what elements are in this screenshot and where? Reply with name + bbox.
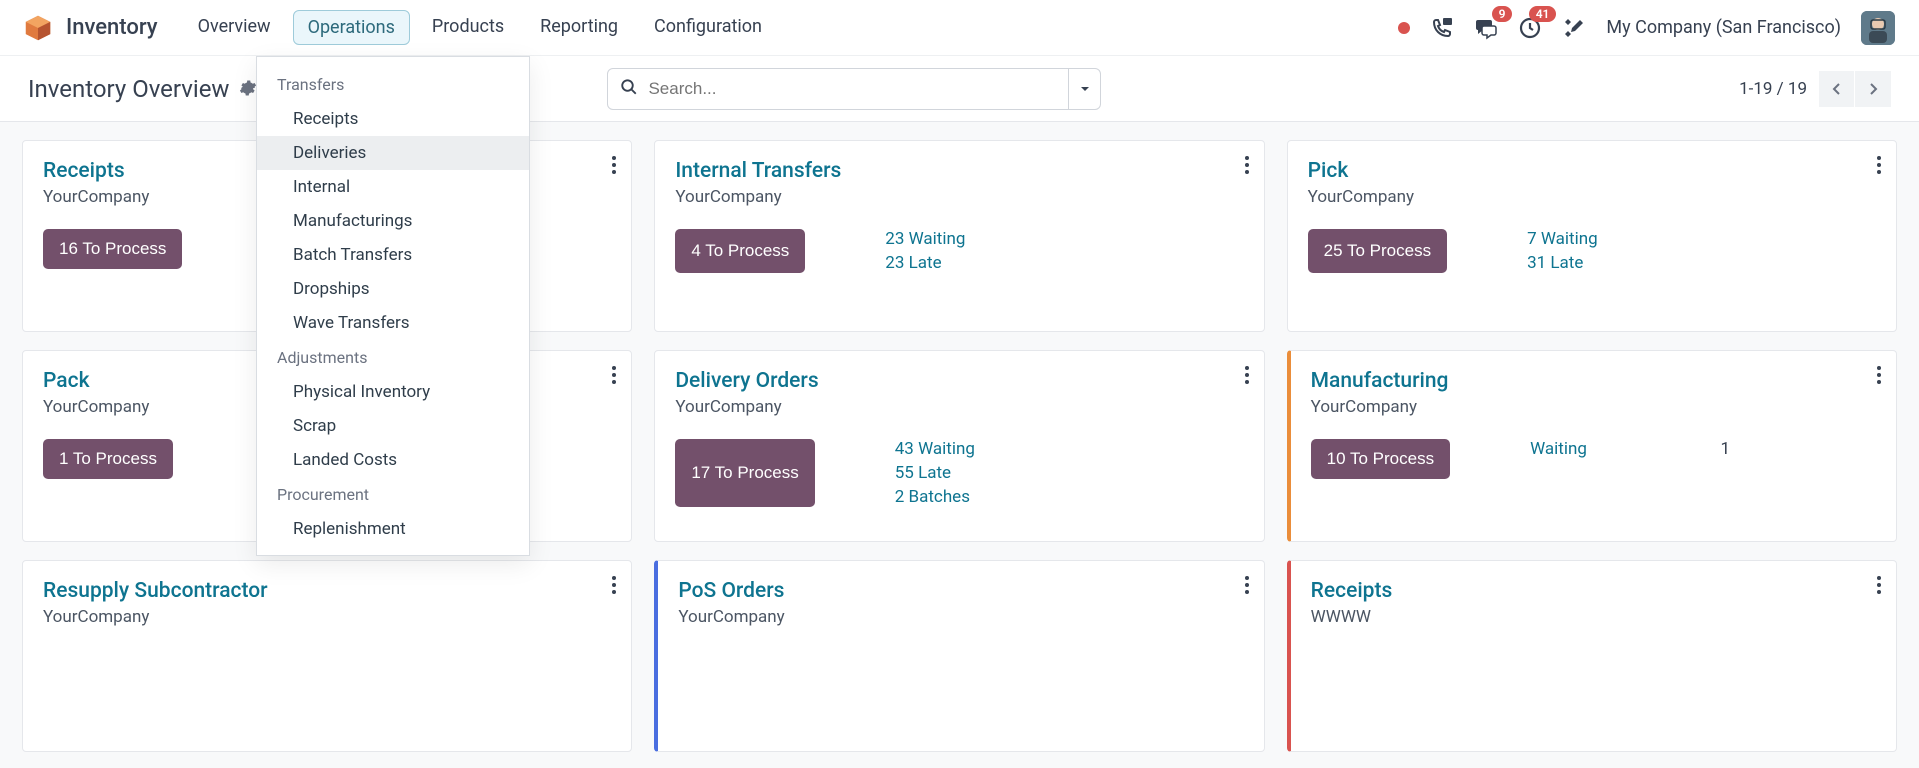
topbar-right: 9 41 My Company (San Francisco) (1398, 11, 1895, 45)
card-menu-icon[interactable] (611, 155, 617, 179)
top-navbar: Inventory Overview Operations Products R… (0, 0, 1919, 56)
card-menu-icon[interactable] (1876, 365, 1882, 389)
dropdown-item-replenishment[interactable]: Replenishment (257, 512, 529, 546)
pager-next-button[interactable] (1855, 71, 1891, 107)
card-title[interactable]: Internal Transfers (675, 159, 1243, 183)
card-receipts-wwww[interactable]: Receipts WWWW (1287, 560, 1897, 752)
page-title[interactable]: Inventory Overview (28, 75, 229, 103)
gear-icon[interactable] (239, 75, 257, 103)
nav-reporting[interactable]: Reporting (526, 10, 632, 45)
card-title[interactable]: Delivery Orders (675, 369, 1243, 393)
process-button[interactable]: 25 To Process (1308, 229, 1447, 273)
search-icon (620, 78, 638, 100)
card-subtitle: YourCompany (1311, 397, 1876, 417)
phone-icon[interactable] (1430, 16, 1454, 40)
stat-waiting[interactable]: 7 Waiting (1527, 229, 1598, 249)
app-title[interactable]: Inventory (66, 15, 158, 40)
messages-icon[interactable]: 9 (1474, 16, 1498, 40)
dropdown-item-wave-transfers[interactable]: Wave Transfers (257, 306, 529, 340)
dropdown-item-deliveries[interactable]: Deliveries (257, 136, 529, 170)
company-selector[interactable]: My Company (San Francisco) (1606, 17, 1841, 38)
main-menu: Overview Operations Products Reporting C… (184, 10, 776, 45)
card-manufacturing[interactable]: Manufacturing YourCompany 10 To Process … (1287, 350, 1897, 542)
process-button[interactable]: 10 To Process (1311, 439, 1450, 479)
dropdown-item-dropships[interactable]: Dropships (257, 272, 529, 306)
activity-badge: 41 (1529, 6, 1557, 22)
nav-operations[interactable]: Operations (293, 10, 410, 45)
card-title[interactable]: PoS Orders (678, 579, 1243, 603)
card-menu-icon[interactable] (1244, 575, 1250, 599)
tools-icon[interactable] (1562, 16, 1586, 40)
dropdown-section-procurement: Procurement (257, 477, 529, 512)
card-menu-icon[interactable] (611, 575, 617, 599)
activity-icon[interactable]: 41 (1518, 16, 1542, 40)
app-logo-icon (24, 14, 52, 42)
breadcrumb: Inventory Overview (28, 75, 257, 103)
card-delivery-orders[interactable]: Delivery Orders YourCompany 17 To Proces… (654, 350, 1264, 542)
dropdown-item-scrap[interactable]: Scrap (257, 409, 529, 443)
card-menu-icon[interactable] (1244, 155, 1250, 179)
search-box[interactable] (608, 69, 1068, 109)
stat-batches[interactable]: 2 Batches (895, 487, 975, 507)
pager: 1-19 / 19 (1739, 71, 1891, 107)
card-menu-icon[interactable] (1244, 365, 1250, 389)
card-subtitle: YourCompany (675, 397, 1243, 417)
dropdown-item-internal[interactable]: Internal (257, 170, 529, 204)
process-button[interactable]: 16 To Process (43, 229, 182, 269)
card-title[interactable]: Manufacturing (1311, 369, 1876, 393)
stat-waiting[interactable]: 43 Waiting (895, 439, 975, 459)
search-options-toggle[interactable] (1068, 69, 1100, 109)
user-avatar[interactable] (1861, 11, 1895, 45)
card-subtitle: YourCompany (1308, 187, 1876, 207)
pager-value[interactable]: 1-19 / 19 (1739, 79, 1807, 99)
stat-waiting-label[interactable]: Waiting (1530, 439, 1587, 459)
dropdown-section-transfers: Transfers (257, 67, 529, 102)
card-title[interactable]: Receipts (1311, 579, 1876, 603)
stat-waiting[interactable]: 23 Waiting (885, 229, 965, 249)
nav-overview[interactable]: Overview (184, 10, 285, 45)
card-pos-orders[interactable]: PoS Orders YourCompany (654, 560, 1264, 752)
process-button[interactable]: 1 To Process (43, 439, 173, 479)
card-subtitle: YourCompany (678, 607, 1243, 627)
dropdown-item-manufacturings[interactable]: Manufacturings (257, 204, 529, 238)
process-button[interactable]: 17 To Process (675, 439, 814, 507)
stat-waiting-value: 1 (1721, 439, 1731, 459)
dropdown-item-receipts[interactable]: Receipts (257, 102, 529, 136)
card-title[interactable]: Resupply Subcontractor (43, 579, 611, 603)
operations-dropdown: Transfers Receipts Deliveries Internal M… (256, 56, 530, 556)
stat-late[interactable]: 55 Late (895, 463, 975, 483)
card-menu-icon[interactable] (611, 365, 617, 389)
card-subtitle: WWWW (1311, 607, 1876, 627)
stat-late[interactable]: 23 Late (885, 253, 965, 273)
stat-late[interactable]: 31 Late (1527, 253, 1598, 273)
card-resupply-subcontractor[interactable]: Resupply Subcontractor YourCompany (22, 560, 632, 752)
process-button[interactable]: 4 To Process (675, 229, 805, 273)
status-dot-icon[interactable] (1398, 22, 1410, 34)
search-input[interactable] (648, 79, 1056, 99)
card-menu-icon[interactable] (1876, 575, 1882, 599)
dropdown-item-batch-transfers[interactable]: Batch Transfers (257, 238, 529, 272)
card-pick[interactable]: Pick YourCompany 25 To Process 7 Waiting… (1287, 140, 1897, 332)
messages-badge: 9 (1492, 6, 1513, 22)
card-subtitle: YourCompany (675, 187, 1243, 207)
card-menu-icon[interactable] (1876, 155, 1882, 179)
pager-prev-button[interactable] (1819, 71, 1855, 107)
card-title[interactable]: Pick (1308, 159, 1876, 183)
nav-configuration[interactable]: Configuration (640, 10, 776, 45)
card-internal-transfers[interactable]: Internal Transfers YourCompany 4 To Proc… (654, 140, 1264, 332)
search-wrapper (607, 68, 1101, 110)
card-subtitle: YourCompany (43, 607, 611, 627)
dropdown-item-landed-costs[interactable]: Landed Costs (257, 443, 529, 477)
dropdown-item-physical-inventory[interactable]: Physical Inventory (257, 375, 529, 409)
nav-products[interactable]: Products (418, 10, 518, 45)
dropdown-section-adjustments: Adjustments (257, 340, 529, 375)
